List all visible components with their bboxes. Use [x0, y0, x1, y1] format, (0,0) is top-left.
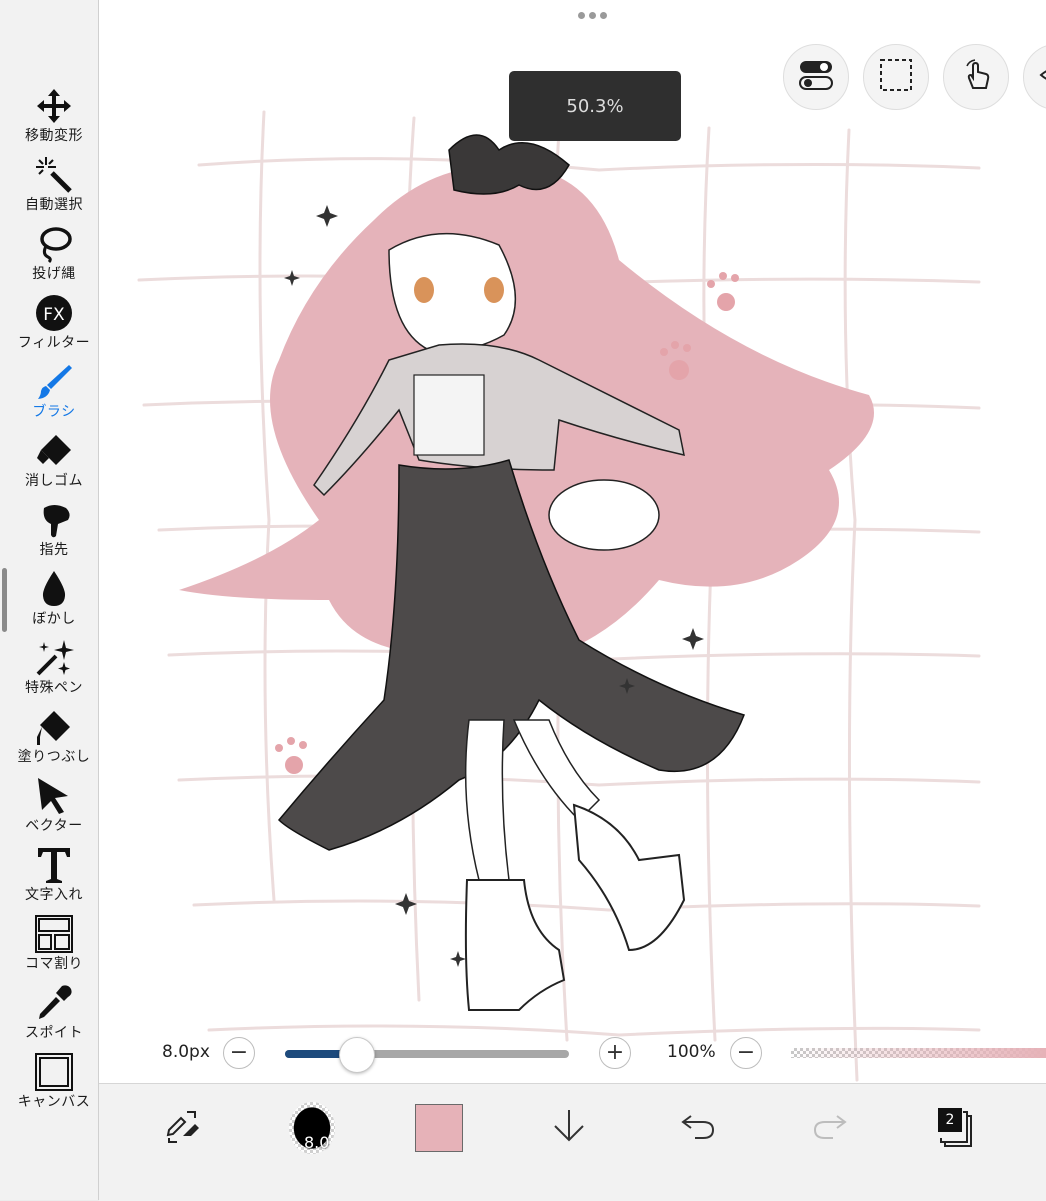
drawing-canvas[interactable]: 50.3% — [99, 0, 1046, 1083]
sidebar-grip[interactable] — [2, 568, 7, 632]
tool-label: 投げ縄 — [32, 266, 76, 282]
eye-icon — [1039, 58, 1046, 96]
download-arrow-icon — [549, 1106, 589, 1150]
bucket-fill-icon — [34, 707, 74, 747]
selection-button[interactable] — [863, 44, 929, 110]
size-increase-button[interactable]: + — [599, 1037, 631, 1069]
app-window: 移動変形 自動選択 投げ縄 FX フィルター ブラシ 消しゴム 指先 ぼかし 特… — [0, 0, 1046, 1201]
tool-label: ぼかし — [32, 611, 76, 627]
color-swatch-button[interactable] — [409, 1098, 469, 1158]
brush-size-slider[interactable] — [285, 1037, 569, 1073]
tool-canvas[interactable]: キャンバス — [10, 1052, 98, 1120]
tool-label: 塗りつぶし — [17, 749, 91, 765]
brush-size-text: 8.0 — [304, 1133, 330, 1152]
canvas-icon — [34, 1052, 74, 1092]
swap-color-button[interactable] — [153, 1098, 213, 1158]
tool-sidebar: 移動変形 自動選択 投げ縄 FX フィルター ブラシ 消しゴム 指先 ぼかし 特… — [0, 0, 99, 1200]
touch-gesture-icon — [959, 58, 993, 96]
svg-text:FX: FX — [43, 305, 65, 325]
vector-cursor-icon — [34, 776, 74, 816]
artwork-illustration — [137, 110, 981, 1082]
frame-divider-icon — [34, 914, 74, 954]
tool-fill[interactable]: 塗りつぶし — [10, 707, 98, 775]
tool-label: キャンバス — [17, 1094, 91, 1110]
tool-label: 文字入れ — [25, 887, 83, 903]
swap-color-icon — [163, 1106, 203, 1150]
tool-label: 移動変形 — [25, 128, 83, 144]
fx-icon: FX — [34, 293, 74, 333]
undo-icon — [679, 1106, 719, 1150]
sparkle-pen-icon — [34, 638, 74, 678]
save-download-button[interactable] — [539, 1098, 599, 1158]
tool-filter[interactable]: FX フィルター — [10, 293, 98, 361]
selection-rect-icon — [879, 58, 913, 96]
toggle-icon — [799, 60, 833, 94]
opacity-label: 100% — [667, 1042, 716, 1062]
slider-thumb[interactable] — [339, 1037, 375, 1073]
tool-label: フィルター — [17, 335, 91, 351]
tool-label: 特殊ペン — [25, 680, 83, 696]
text-icon — [34, 845, 74, 885]
redo-icon — [809, 1106, 849, 1150]
tool-label: 指先 — [39, 542, 69, 558]
opacity-slider[interactable] — [791, 1048, 1046, 1058]
layers-icon: 2 — [937, 1108, 977, 1148]
brush-preview: 8.0 — [289, 1102, 335, 1154]
tool-lasso[interactable]: 投げ縄 — [10, 224, 98, 292]
tool-auto-select[interactable]: 自動選択 — [10, 155, 98, 223]
tool-move-transform[interactable]: 移動変形 — [10, 86, 98, 154]
size-decrease-button[interactable]: − — [223, 1037, 255, 1069]
touch-gesture-button[interactable] — [943, 44, 1009, 110]
blur-drop-icon — [34, 569, 74, 609]
bottom-toolbar: 8.0 2 — [99, 1083, 1046, 1201]
tool-label: スポイト — [25, 1025, 83, 1041]
toggle-button[interactable] — [783, 44, 849, 110]
finger-smudge-icon — [34, 500, 74, 540]
redo-button[interactable] — [799, 1098, 859, 1158]
brush-icon — [34, 362, 74, 402]
tool-eraser[interactable]: 消しゴム — [10, 431, 98, 499]
top-drag-handle[interactable] — [578, 12, 607, 19]
lasso-icon — [34, 224, 74, 264]
eraser-icon — [34, 431, 74, 471]
tool-brush[interactable]: ブラシ — [10, 362, 98, 430]
tool-finger[interactable]: 指先 — [10, 500, 98, 568]
tool-label: ベクター — [25, 818, 83, 834]
tool-special-pen[interactable]: 特殊ペン — [10, 638, 98, 706]
tool-eyedropper[interactable]: スポイト — [10, 983, 98, 1051]
tool-label: ブラシ — [32, 404, 76, 420]
zoom-level-popup: 50.3% — [509, 71, 681, 141]
brush-size-label: 8.0px — [162, 1042, 210, 1062]
magic-wand-icon — [34, 155, 74, 195]
tool-text[interactable]: 文字入れ — [10, 845, 98, 913]
tool-blur[interactable]: ぼかし — [10, 569, 98, 637]
brush-preview-button[interactable]: 8.0 — [282, 1098, 342, 1158]
tool-vector[interactable]: ベクター — [10, 776, 98, 844]
brush-settings-row: 8.0px − + 100% − — [99, 1030, 1046, 1076]
color-swatch — [415, 1104, 463, 1152]
tool-label: 自動選択 — [25, 197, 83, 213]
opacity-decrease-button[interactable]: − — [730, 1037, 762, 1069]
tool-label: 消しゴム — [25, 473, 83, 489]
undo-button[interactable] — [669, 1098, 729, 1158]
move-icon — [34, 86, 74, 126]
tool-label: コマ割り — [25, 956, 83, 972]
eyedropper-icon — [34, 983, 74, 1023]
layers-button[interactable]: 2 — [927, 1098, 987, 1158]
layer-count-badge: 2 — [938, 1108, 962, 1132]
tool-frame-divider[interactable]: コマ割り — [10, 914, 98, 982]
